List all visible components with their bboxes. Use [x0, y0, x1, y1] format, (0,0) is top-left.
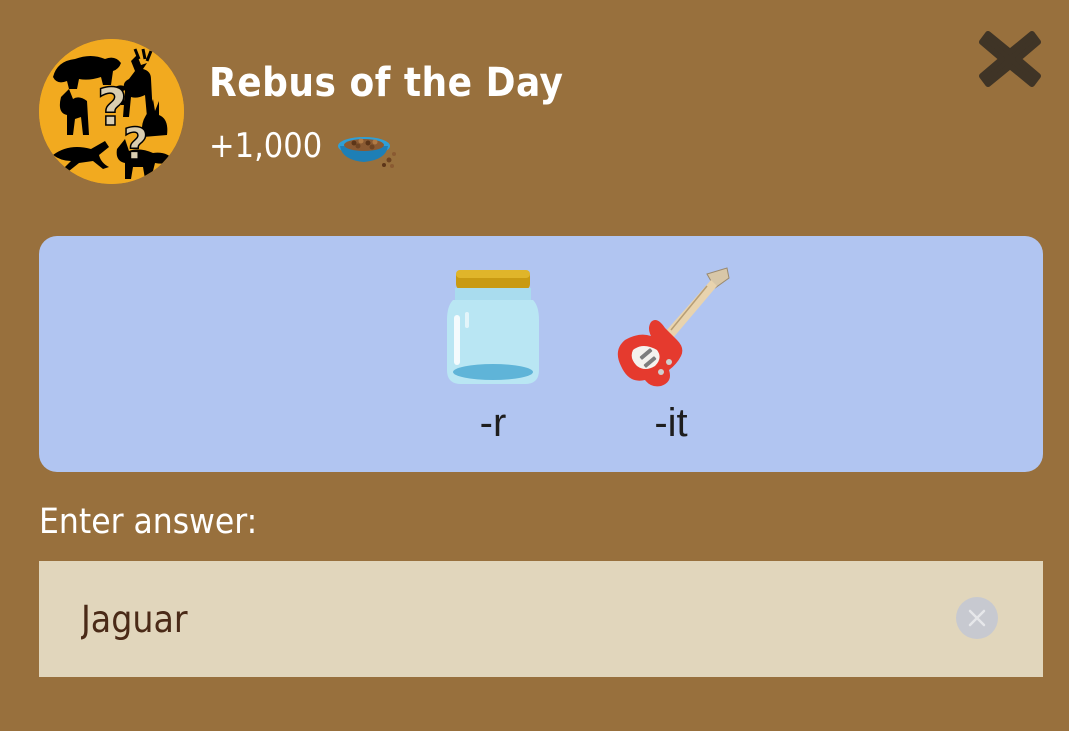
answer-input[interactable] [81, 589, 941, 649]
clue-jar: -r [433, 266, 553, 445]
clue-label-jar: -r [479, 401, 507, 445]
answer-label: Enter answer: [39, 502, 258, 542]
page-title: Rebus of the Day [209, 60, 564, 106]
animal-silhouettes-question-icon: ? ? [39, 39, 184, 184]
answer-field-container [39, 561, 1043, 677]
clue-guitar: -it [611, 266, 731, 445]
close-x-icon [979, 31, 1041, 87]
svg-text:?: ? [123, 119, 149, 170]
clear-answer-button[interactable] [956, 597, 998, 639]
clue-label-guitar: -it [654, 401, 688, 445]
rebus-puzzle-panel: -r -it [39, 236, 1043, 472]
electric-guitar-icon [617, 267, 730, 387]
reward-amount: +1,000 [209, 126, 323, 166]
pet-food-bowl-icon [338, 137, 397, 168]
jar-icon [447, 270, 539, 384]
reward: +1,000 [209, 122, 398, 170]
clear-circle-icon [968, 609, 986, 627]
close-button[interactable] [976, 26, 1044, 92]
rebus-avatar: ? ? [39, 39, 184, 184]
